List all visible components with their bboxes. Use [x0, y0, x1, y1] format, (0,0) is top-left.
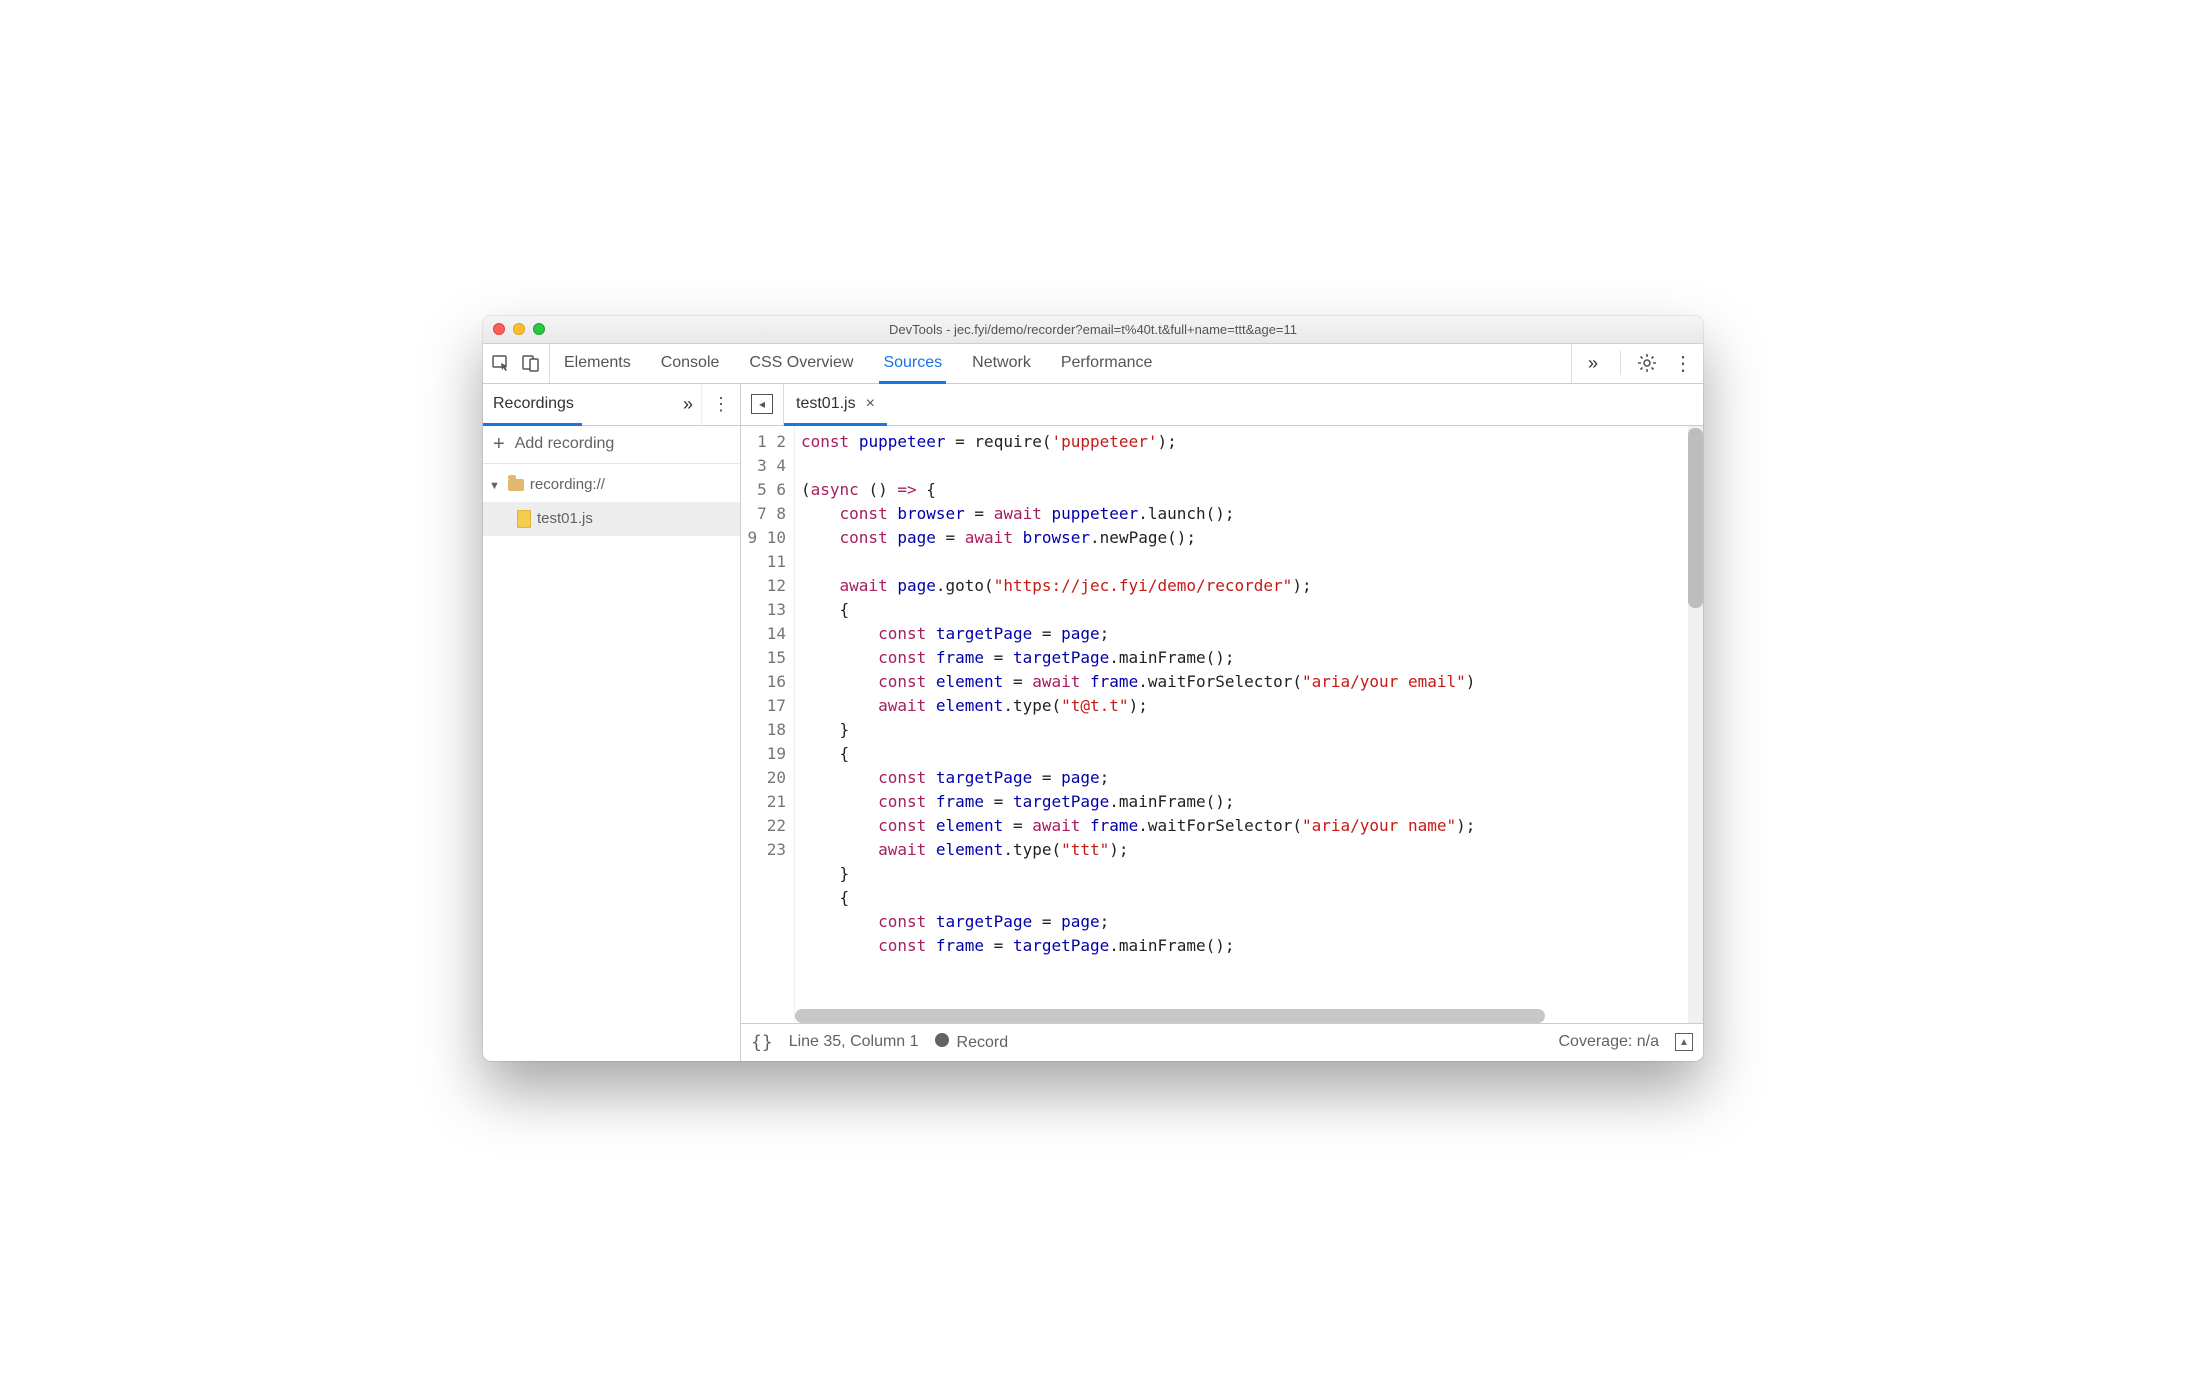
panel-tab-performance[interactable]: Performance	[1057, 344, 1157, 383]
record-button[interactable]: Record	[935, 1033, 1009, 1052]
file-tab-label: test01.js	[796, 395, 856, 413]
panel-tabs-bar: Elements Console CSS Overview Sources Networ…	[483, 344, 1703, 384]
chevron-down-icon: ▼	[489, 480, 500, 492]
sidebar-more-icon[interactable]: ⋮	[701, 384, 740, 425]
device-toggle-icon[interactable]	[521, 353, 541, 373]
panel-tab-elements[interactable]: Elements	[560, 344, 635, 383]
vertical-scrollbar[interactable]	[1688, 426, 1703, 1023]
panel-tab-network[interactable]: Network	[968, 344, 1035, 383]
inspect-element-icon[interactable]	[491, 353, 511, 373]
tree-folder-label: recording://	[530, 476, 605, 493]
navigator-sidebar: Recordings » ⋮ + Add recording ▼ recordi…	[483, 384, 741, 1061]
settings-gear-icon[interactable]	[1637, 353, 1657, 373]
line-number-gutter: 1 2 3 4 5 6 7 8 9 10 11 12 13 14 15 16 1…	[741, 426, 795, 1023]
add-recording-button[interactable]: + Add recording	[483, 426, 740, 464]
more-vertical-icon[interactable]: ⋮	[1673, 351, 1693, 376]
close-tab-icon[interactable]: ×	[866, 395, 875, 413]
window-title: DevTools - jec.fyi/demo/recorder?email=t…	[483, 322, 1703, 337]
titlebar: DevTools - jec.fyi/demo/recorder?email=t…	[483, 316, 1703, 344]
panel-tab-css-overview[interactable]: CSS Overview	[745, 344, 857, 383]
add-recording-label: Add recording	[515, 435, 615, 453]
coverage-status: Coverage: n/a	[1558, 1033, 1659, 1051]
horizontal-scrollbar[interactable]	[795, 1009, 1688, 1023]
panel-tab-console[interactable]: Console	[657, 344, 724, 383]
collapse-drawer-icon[interactable]: ▲	[1675, 1033, 1693, 1051]
status-bar: {} Line 35, Column 1 Record Coverage: n/…	[741, 1023, 1703, 1061]
file-icon	[517, 510, 531, 528]
record-label: Record	[957, 1034, 1009, 1051]
folder-icon	[508, 479, 524, 491]
plus-icon: +	[493, 433, 505, 456]
record-icon	[935, 1033, 949, 1047]
file-tab[interactable]: test01.js ×	[784, 384, 887, 425]
sidebar-tabs-overflow[interactable]: »	[675, 384, 701, 425]
panel-tab-sources[interactable]: Sources	[879, 344, 946, 383]
file-tree: ▼ recording:// test01.js	[483, 464, 740, 540]
editor-pane: ◂ test01.js × 1 2 3 4 5 6 7 8 9 10 11 12…	[741, 384, 1703, 1061]
tree-file-label: test01.js	[537, 510, 593, 527]
sidebar-tab-recordings[interactable]: Recordings	[483, 384, 582, 425]
devtools-window: DevTools - jec.fyi/demo/recorder?email=t…	[483, 316, 1703, 1061]
tree-folder-root[interactable]: ▼ recording://	[483, 468, 740, 502]
panel-overflow-button[interactable]: »	[1582, 353, 1604, 374]
tree-file-item[interactable]: test01.js	[483, 502, 740, 536]
pretty-print-button[interactable]: {}	[751, 1032, 773, 1053]
cursor-position: Line 35, Column 1	[789, 1033, 919, 1051]
code-content[interactable]: const puppeteer = require('puppeteer'); …	[795, 426, 1688, 1023]
toggle-navigator-button[interactable]: ◂	[741, 384, 784, 425]
code-editor[interactable]: 1 2 3 4 5 6 7 8 9 10 11 12 13 14 15 16 1…	[741, 426, 1703, 1023]
